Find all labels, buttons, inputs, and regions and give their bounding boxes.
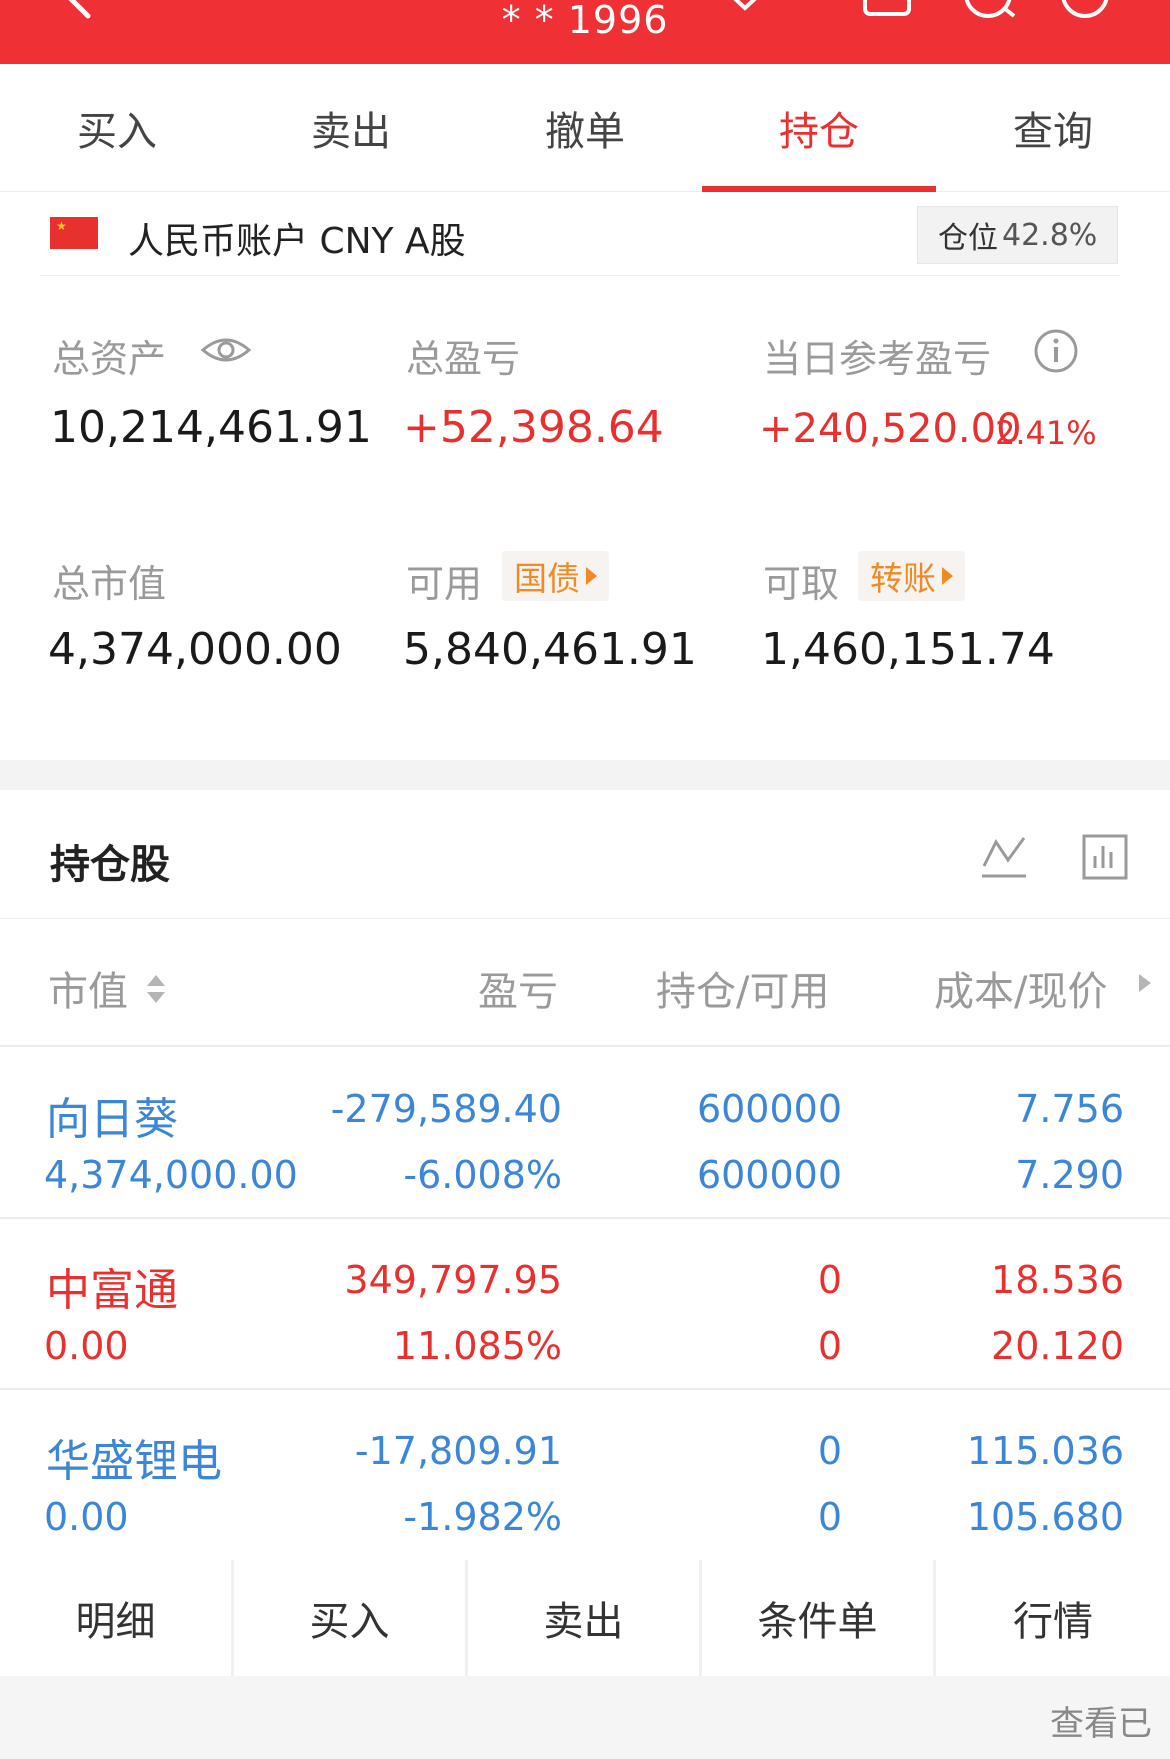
divider	[40, 275, 1120, 276]
stock-value: 0.00	[44, 1495, 129, 1539]
conditional-order-button[interactable]: 条件单	[702, 1560, 933, 1676]
tab-sell[interactable]: 卖出	[234, 64, 468, 192]
stock-price: 105.680	[966, 1495, 1124, 1539]
triangle-right-icon[interactable]	[1138, 973, 1152, 997]
position-value: 42.8%	[1002, 217, 1098, 253]
table-row[interactable]: 向日葵 4,374,000.00 -279,589.40 -6.008% 600…	[0, 1049, 1170, 1219]
message-icon[interactable]	[862, 0, 912, 20]
stock-avail: 0	[817, 1495, 842, 1539]
detail-button[interactable]: 明细	[0, 1560, 231, 1676]
stock-value: 0.00	[44, 1324, 129, 1368]
stock-hold: 0	[817, 1429, 842, 1473]
stock-price: 20.120	[991, 1324, 1124, 1368]
stock-cost: 7.756	[1015, 1087, 1124, 1131]
buy-button[interactable]: 买入	[234, 1560, 465, 1676]
triangle-right-icon	[586, 567, 597, 585]
info-icon[interactable]	[1033, 328, 1079, 378]
bond-tag-label: 国债	[514, 559, 580, 598]
total-assets-label: 总资产	[52, 337, 167, 381]
holdings-title: 持仓股	[50, 842, 170, 888]
available-label: 可用	[406, 562, 483, 606]
daily-pnl-label: 当日参考盈亏	[763, 337, 992, 381]
transfer-tag-button[interactable]: 转账	[858, 551, 965, 601]
col-cost-price: 成本/现价	[934, 969, 1108, 1015]
total-assets-value: 10,214,461.91	[50, 402, 372, 453]
stock-pnl: -279,589.40	[330, 1087, 562, 1131]
section-gap	[0, 760, 1170, 790]
stock-avail: 0	[817, 1324, 842, 1368]
tab-buy[interactable]: 买入	[0, 64, 234, 192]
market-button[interactable]: 行情	[936, 1560, 1170, 1676]
withdrawable-label: 可取	[763, 562, 840, 606]
tab-cancel[interactable]: 撤单	[468, 64, 702, 192]
col-pnl: 盈亏	[478, 969, 558, 1015]
bar-chart-icon[interactable]	[1082, 834, 1128, 884]
stock-pnl-pct: -6.008%	[403, 1153, 562, 1197]
stock-hold: 600000	[696, 1087, 842, 1131]
account-row: ★ 人民币账户 CNY A股 仓位 42.8%	[0, 192, 1170, 276]
line-chart-icon[interactable]	[980, 834, 1028, 884]
stock-price: 7.290	[1015, 1153, 1124, 1197]
stock-pnl-pct: -1.982%	[403, 1495, 562, 1539]
stock-name: 向日葵	[46, 1094, 178, 1145]
account-name: 人民币账户 CNY A股	[128, 221, 466, 262]
daily-pnl-value: +240,520.00	[759, 406, 1022, 452]
triangle-right-icon	[942, 567, 953, 585]
tab-holdings[interactable]: 持仓	[702, 64, 936, 192]
stock-value: 4,374,000.00	[44, 1153, 298, 1197]
top-header: * * 1996	[0, 0, 1170, 64]
stock-cost: 115.036	[966, 1429, 1124, 1473]
stock-avail: 600000	[696, 1153, 842, 1197]
search-icon[interactable]	[960, 0, 1020, 24]
stock-name: 华盛锂电	[46, 1436, 222, 1487]
stock-name: 中富通	[46, 1265, 178, 1316]
holdings-header: 市值 盈亏 持仓/可用 成本/现价	[0, 919, 1170, 1047]
tab-query[interactable]: 查询	[936, 64, 1170, 192]
available-value: 5,840,461.91	[403, 624, 697, 675]
chevron-down-icon[interactable]	[730, 0, 760, 14]
stock-cost: 18.536	[991, 1258, 1124, 1302]
col-hold-avail: 持仓/可用	[656, 969, 830, 1015]
bond-tag-button[interactable]: 国债	[502, 551, 609, 601]
sort-icon	[145, 971, 167, 1017]
withdrawable-value: 1,460,151.74	[761, 624, 1055, 675]
market-value-value: 4,374,000.00	[48, 624, 342, 675]
stock-pnl: -17,809.91	[354, 1429, 562, 1473]
position-label: 仓位	[938, 221, 998, 256]
footer: 查看已	[0, 1676, 1170, 1759]
position-badge: 仓位 42.8%	[917, 206, 1118, 264]
stock-hold: 0	[817, 1258, 842, 1302]
stock-pnl-pct: 11.085%	[392, 1324, 562, 1368]
total-pnl-label: 总盈亏	[406, 337, 521, 381]
table-row[interactable]: 华盛锂电 0.00 -17,809.91 -1.982% 0 0 115.036…	[0, 1391, 1170, 1561]
stock-pnl: 349,797.95	[344, 1258, 562, 1302]
daily-pnl-pct: 2.41%	[995, 414, 1097, 452]
bottom-action-bar: 明细 买入 卖出 条件单 行情	[0, 1560, 1170, 1676]
transfer-tag-label: 转账	[870, 559, 936, 598]
col-market-value[interactable]: 市值	[48, 959, 167, 1017]
user-icon[interactable]	[1058, 0, 1112, 24]
view-more-link[interactable]: 查看已	[1050, 1696, 1152, 1745]
table-row[interactable]: 中富通 0.00 349,797.95 11.085% 0 0 18.536 2…	[0, 1220, 1170, 1390]
sell-button[interactable]: 卖出	[468, 1560, 699, 1676]
china-flag-icon: ★	[50, 217, 98, 249]
market-value-label: 总市值	[52, 562, 167, 606]
trade-tabs: 买入 卖出 撤单 持仓 查询	[0, 64, 1170, 192]
total-pnl-value: +52,398.64	[403, 402, 664, 453]
col-market-value-label: 市值	[48, 969, 128, 1015]
eye-icon[interactable]	[200, 330, 252, 374]
